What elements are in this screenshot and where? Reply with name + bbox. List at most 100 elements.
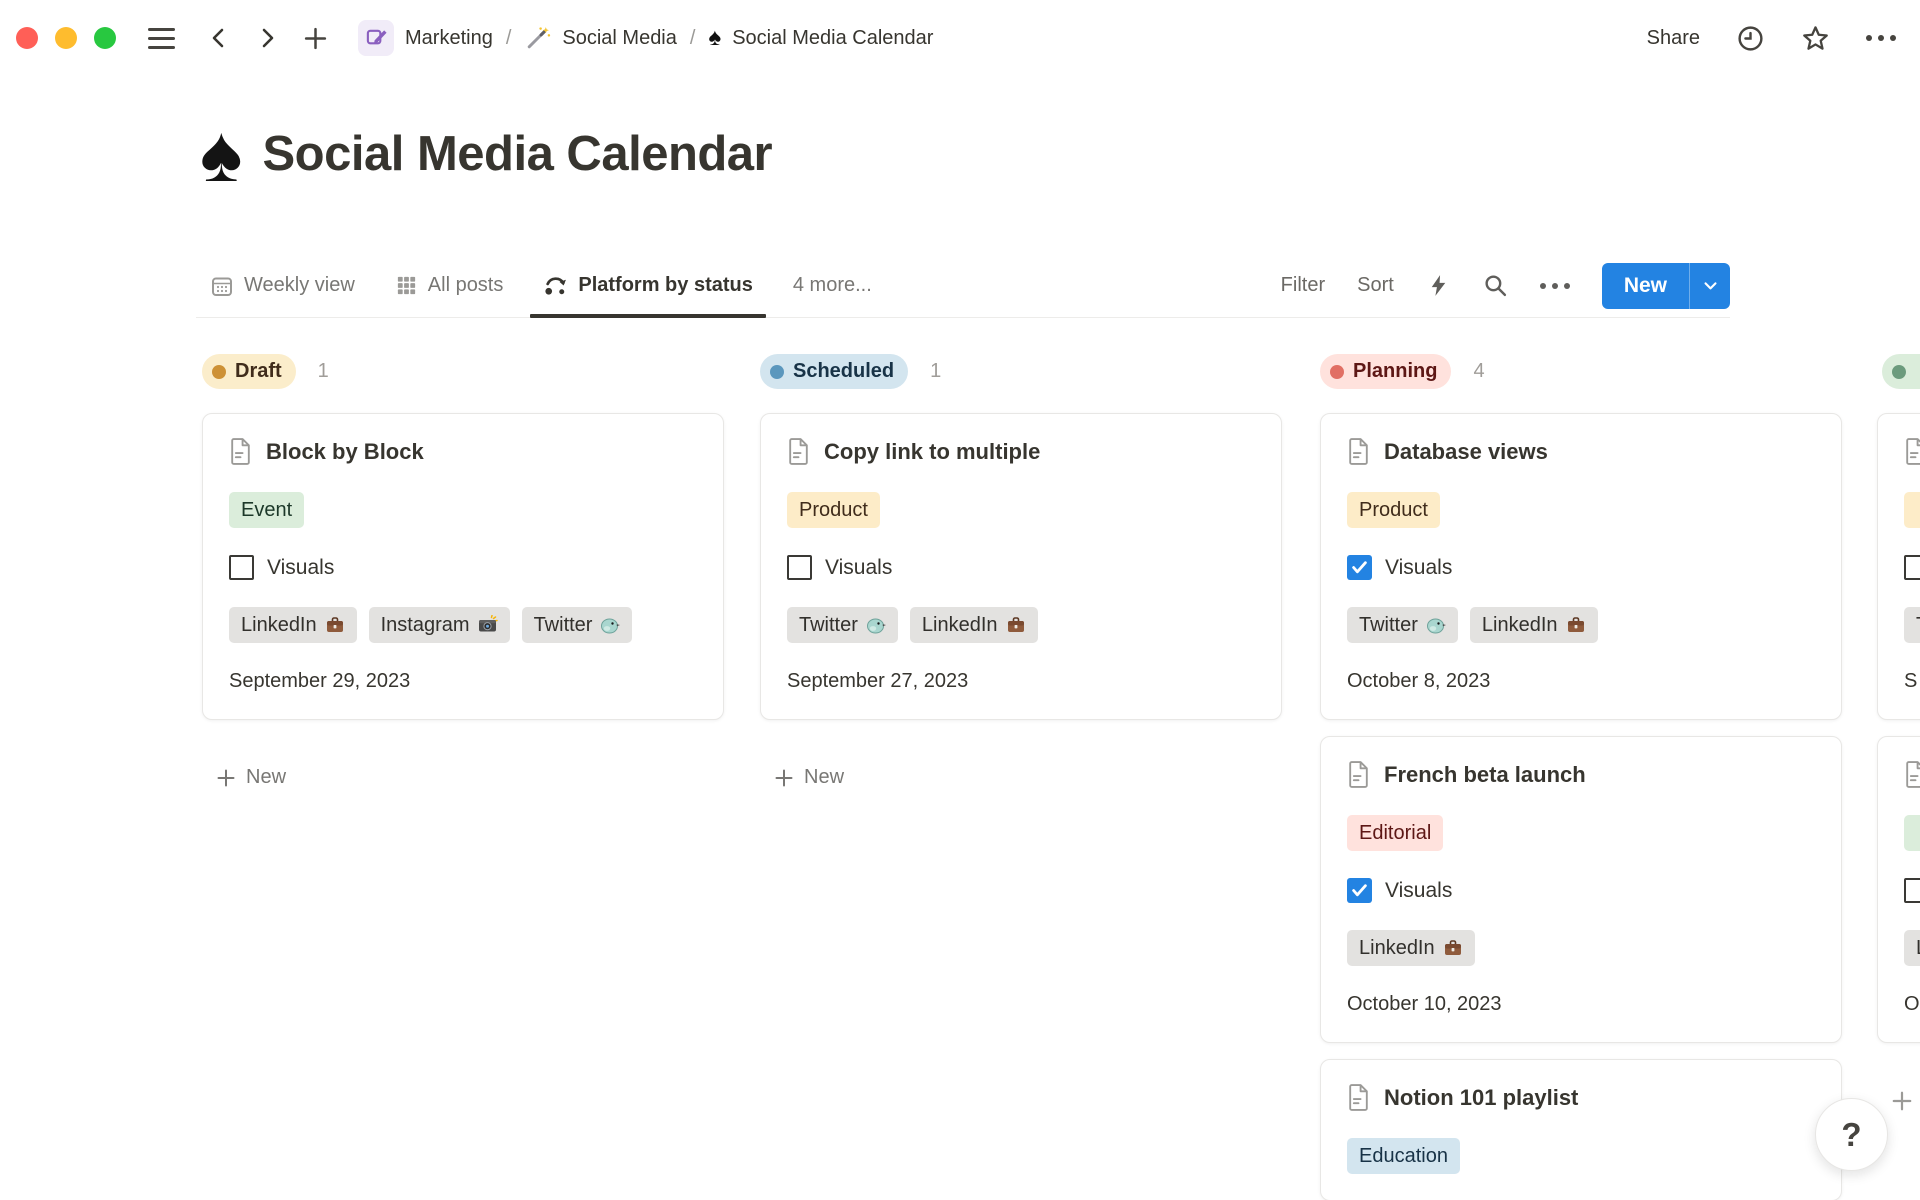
card-copy-link-to-multiple[interactable]: Copy link to multiple Product Visuals Tw… xyxy=(760,413,1282,720)
card-block-by-block[interactable]: Block by Block Event Visuals LinkedIn In… xyxy=(202,413,724,720)
minimize-window-button[interactable] xyxy=(55,27,77,49)
board-column-scheduled: Scheduled 1 Copy link to multiple Produc… xyxy=(760,338,1282,793)
bird-icon xyxy=(1426,615,1446,635)
platform-tag-linkedin: LinkedIn xyxy=(229,607,357,643)
more-options-button[interactable] xyxy=(1866,35,1896,41)
search-view-button[interactable] xyxy=(1483,273,1508,298)
platform-tag-twitter: Twitter xyxy=(787,607,898,643)
card-title: Database views xyxy=(1384,439,1548,465)
visuals-checkbox[interactable] xyxy=(1904,555,1920,580)
tab-all-posts[interactable]: All posts xyxy=(395,254,504,317)
view-options-button[interactable] xyxy=(1540,283,1570,289)
card-date: September 29, 2023 xyxy=(229,670,697,693)
help-button[interactable]: ? xyxy=(1815,1098,1888,1171)
breadcrumb-item-social-media-calendar[interactable]: Social Media Calendar xyxy=(732,27,933,50)
status-pill-planning[interactable]: Planning xyxy=(1320,354,1451,389)
card-cutoff-1[interactable]: T S xyxy=(1877,413,1920,720)
updates-button[interactable] xyxy=(1736,24,1765,53)
status-pill-cutoff[interactable] xyxy=(1882,354,1920,389)
card-date: S xyxy=(1904,670,1920,693)
category-tag xyxy=(1904,492,1920,528)
tab-label: Platform by status xyxy=(578,274,752,297)
new-page-button[interactable] xyxy=(298,21,332,55)
nav-back-button[interactable] xyxy=(202,21,236,55)
column-count: 1 xyxy=(930,360,941,383)
page-title[interactable]: Social Media Calendar xyxy=(263,126,773,182)
card-date: October 8, 2023 xyxy=(1347,670,1815,693)
card-french-beta-launch[interactable]: French beta launch Editorial Visuals Lin… xyxy=(1320,736,1842,1043)
category-tag: Event xyxy=(229,492,304,528)
check-icon xyxy=(1352,561,1367,574)
magic-wand-icon xyxy=(524,25,551,52)
bird-icon xyxy=(600,615,620,635)
card-title: Copy link to multiple xyxy=(824,439,1040,465)
tab-platform-by-status[interactable]: Platform by status xyxy=(543,254,752,317)
close-window-button[interactable] xyxy=(16,27,38,49)
breadcrumb-item-social-media[interactable]: Social Media xyxy=(562,27,677,50)
checkbox-label: Visuals xyxy=(1385,879,1452,903)
share-button[interactable]: Share xyxy=(1647,27,1700,50)
page-icon xyxy=(229,438,252,465)
nav-forward-button[interactable] xyxy=(250,21,284,55)
board-column-planning: Planning 4 Database views Product xyxy=(1320,338,1842,1200)
filter-button[interactable]: Filter xyxy=(1281,274,1325,297)
visuals-checkbox[interactable] xyxy=(1347,878,1372,903)
page-icon-spade[interactable]: ♠ xyxy=(200,108,243,200)
page-edit-icon xyxy=(365,27,388,50)
card-title: Notion 101 playlist xyxy=(1384,1085,1578,1111)
add-card-button[interactable]: New xyxy=(216,766,286,789)
breadcrumb: Marketing / Social Media / ♠ Social Medi… xyxy=(358,20,933,56)
tab-more-views[interactable]: 4 more... xyxy=(793,254,872,317)
visuals-checkbox[interactable] xyxy=(1904,878,1920,903)
check-icon xyxy=(1352,884,1367,897)
checkbox-label: Visuals xyxy=(825,556,892,580)
visuals-checkbox[interactable] xyxy=(787,555,812,580)
new-record-button-group: New xyxy=(1602,263,1730,309)
page-icon xyxy=(1904,438,1920,465)
board-column-cutoff: T S xyxy=(1877,338,1920,1117)
breadcrumb-separator: / xyxy=(690,27,696,50)
spade-icon: ♠ xyxy=(708,26,721,50)
checkbox-label: Visuals xyxy=(267,556,334,580)
add-card-button[interactable]: New xyxy=(774,766,844,789)
new-record-button[interactable]: New xyxy=(1602,263,1689,309)
category-tag: Product xyxy=(1347,492,1440,528)
status-dot xyxy=(212,365,226,379)
status-cycle-icon xyxy=(543,273,568,298)
plus-icon xyxy=(774,768,794,788)
view-controls: Filter Sort New xyxy=(1281,263,1730,309)
visuals-checkbox[interactable] xyxy=(229,555,254,580)
breadcrumb-marketing[interactable] xyxy=(358,20,394,56)
add-card-button[interactable]: New xyxy=(1891,1089,1920,1112)
page-icon xyxy=(1347,761,1370,788)
briefcase-icon xyxy=(1006,615,1026,635)
status-dot xyxy=(1892,365,1906,379)
platform-tag-linkedin: LinkedIn xyxy=(1470,607,1598,643)
calendar-icon xyxy=(210,274,234,298)
page-icon xyxy=(1347,1084,1370,1111)
lightning-bolt-icon xyxy=(1426,273,1451,298)
card-cutoff-2[interactable]: L O xyxy=(1877,736,1920,1043)
sort-button[interactable]: Sort xyxy=(1357,274,1394,297)
ellipsis-icon xyxy=(1540,283,1546,289)
status-pill-draft[interactable]: Draft xyxy=(202,354,296,389)
status-pill-scheduled[interactable]: Scheduled xyxy=(760,354,908,389)
tab-weekly-view[interactable]: Weekly view xyxy=(210,254,355,317)
chevron-down-icon xyxy=(1702,277,1719,294)
visuals-checkbox[interactable] xyxy=(1347,555,1372,580)
zoom-window-button[interactable] xyxy=(94,27,116,49)
breadcrumb-separator: / xyxy=(506,27,512,50)
favorite-button[interactable] xyxy=(1801,24,1830,53)
window-titlebar: Marketing / Social Media / ♠ Social Medi… xyxy=(0,0,1920,76)
sidebar-menu-button[interactable] xyxy=(144,21,178,55)
breadcrumb-item-marketing[interactable]: Marketing xyxy=(405,27,493,50)
platform-tag: L xyxy=(1904,930,1920,966)
new-record-dropdown-button[interactable] xyxy=(1690,263,1730,309)
automations-button[interactable] xyxy=(1426,273,1451,298)
page-icon xyxy=(1904,761,1920,788)
card-notion-101-playlist[interactable]: Notion 101 playlist Education xyxy=(1320,1059,1842,1200)
card-database-views[interactable]: Database views Product Visuals Twitter xyxy=(1320,413,1842,720)
platform-tag-twitter: Twitter xyxy=(1347,607,1458,643)
ellipsis-icon xyxy=(1866,35,1872,41)
grid-icon xyxy=(395,274,418,297)
